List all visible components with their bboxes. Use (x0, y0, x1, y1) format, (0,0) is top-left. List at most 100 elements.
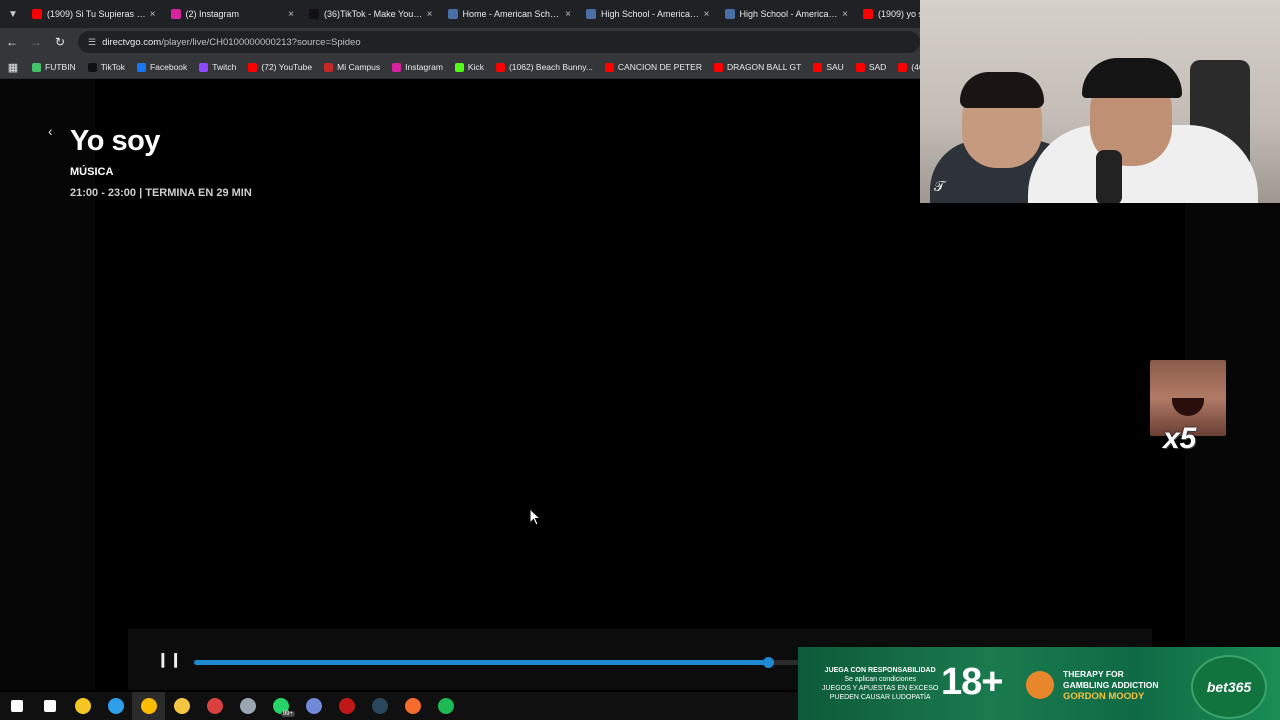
school-icon (724, 9, 735, 19)
tab-title: High School - American Sch (739, 9, 840, 19)
tab-strip: ▼ (1909) Si Tu Supieras / Mark×(2) Insta… (0, 0, 920, 28)
svg-text:𝒯: 𝒯 (934, 179, 947, 195)
mouse-cursor-icon (529, 507, 542, 526)
pause-button[interactable]: ❙❙ (157, 651, 182, 668)
store-icon[interactable] (66, 692, 99, 720)
tab-2[interactable]: (36)TikTok - Make Your Day× (303, 0, 442, 28)
youtube-icon (863, 9, 873, 19)
futbin-icon (32, 62, 41, 72)
bookmark-label: SAU (826, 62, 844, 72)
tab-4[interactable]: High School - American Sch× (580, 0, 719, 28)
bookmark-item[interactable]: FUTBIN (26, 62, 82, 72)
bookmark-item[interactable]: SAU (807, 62, 849, 72)
chrome-icon[interactable] (132, 692, 165, 720)
bookmark-item[interactable]: CANCION DE PETER (599, 62, 708, 72)
start-icon[interactable] (0, 692, 33, 720)
bookmark-label: SAD (868, 62, 887, 72)
bookmark-label: Mi Campus (337, 62, 381, 72)
tab-0[interactable]: (1909) Si Tu Supieras / Mark× (26, 0, 165, 28)
edge-icon[interactable] (99, 692, 132, 720)
capture-icon[interactable] (198, 692, 231, 720)
whatsapp-icon[interactable]: 99+ (264, 692, 297, 720)
bet365-ad-banner[interactable]: JUEGA CON RESPONSABILIDAD Se aplican con… (798, 647, 1280, 720)
youtube-icon (714, 62, 723, 72)
bookmark-item[interactable]: (1062) Beach Bunny... (490, 62, 599, 72)
back-chevron-icon[interactable]: ‹ (48, 123, 53, 139)
close-tab-icon[interactable]: × (147, 9, 159, 20)
tab-title: (1909) Si Tu Supieras / Mark (47, 9, 147, 19)
address-path: /player/live/CH0100000000213?source=Spid… (161, 36, 361, 48)
forward-arrow-icon[interactable]: → (24, 30, 48, 54)
instagram-icon (170, 9, 181, 19)
bookmark-item[interactable]: Twitch (193, 62, 242, 72)
school-icon (447, 9, 458, 19)
apps-grid-icon[interactable]: ▦ (0, 61, 26, 74)
tab-6[interactable]: (1909) yo sa (857, 0, 920, 28)
tab-title: Home - American School (462, 9, 563, 19)
reload-icon[interactable]: ↻ (48, 30, 72, 54)
address-domain: directvgo.com (102, 36, 162, 48)
person-left-hair (960, 72, 1044, 108)
ad-responsible-text: JUEGA CON RESPONSABILIDAD Se aplican con… (822, 666, 938, 702)
youtube-icon (855, 62, 865, 72)
bookmark-label: FUTBIN (45, 62, 76, 72)
tab-3[interactable]: Home - American School × (442, 0, 581, 28)
close-tab-icon[interactable]: × (839, 9, 851, 20)
school-icon (586, 9, 596, 19)
microphone (1096, 150, 1122, 203)
bookmark-label: Instagram (405, 62, 443, 72)
tab-title: (1909) yo sa (878, 9, 920, 19)
bookmark-item[interactable]: Mi Campus (318, 62, 386, 72)
bookmark-item[interactable]: (72) YouTube (242, 62, 318, 72)
youtube-icon (813, 62, 823, 72)
person-right-cap (1082, 58, 1182, 98)
bookmark-label: (1062) Beach Bunny... (508, 62, 593, 72)
bookmark-label: Kick (467, 62, 484, 72)
bookmark-label: Twitch (212, 62, 237, 72)
bookmark-item[interactable]: (463) James A (892, 62, 920, 72)
origin-icon[interactable] (396, 692, 429, 720)
program-schedule: 21:00 - 23:00 | TERMINA EN 29 MIN (70, 187, 252, 199)
tab-1[interactable]: (2) Instagram × (165, 0, 304, 28)
emote-multiplier: x5 (1163, 422, 1197, 455)
ad-therapy-text: THERAPY FOR GAMBLING ADDICTION GORDON MO… (1063, 669, 1159, 702)
progress-knob[interactable] (763, 657, 775, 668)
site-info-icon[interactable]: ☰ (88, 37, 96, 48)
close-tab-icon[interactable]: × (285, 9, 297, 20)
youtube-icon (495, 62, 505, 72)
windows-taskbar: 99+ (0, 692, 798, 720)
tab-title: (2) Instagram (185, 9, 240, 19)
ad-warning-line-2: PUEDEN CAUSAR LUDOPATÍA (829, 694, 931, 701)
bookmark-item[interactable]: TikTok (82, 62, 131, 72)
bet365-logo: bet365 (1191, 655, 1267, 719)
discord-icon[interactable] (297, 692, 330, 720)
ad-therapy-line-3: GORDON MOODY (1063, 691, 1145, 702)
search-icon[interactable] (33, 692, 66, 720)
bookmark-item[interactable]: Kick (449, 62, 490, 72)
address-bar[interactable]: ☰ directvgo.com/player/live/CH0100000000… (78, 31, 920, 53)
tab-search-chevron-icon[interactable]: ▼ (0, 0, 26, 28)
program-genre: MÚSICA (70, 166, 114, 178)
close-tab-icon[interactable]: × (701, 9, 713, 20)
instagram-icon (392, 62, 402, 72)
tab-5[interactable]: High School - American Sch× (719, 0, 858, 28)
progress-track[interactable] (194, 657, 854, 668)
bookmark-label: DRAGON BALL GT (727, 62, 802, 72)
spotify-icon[interactable] (429, 692, 462, 720)
close-tab-icon[interactable]: × (424, 9, 436, 20)
ad-conditions-line: Se aplican condiciones (844, 676, 916, 683)
bookmark-item[interactable]: Instagram (386, 62, 449, 72)
close-tab-icon[interactable]: × (562, 9, 574, 20)
tiktok-icon (87, 62, 97, 72)
steam-icon[interactable] (363, 692, 396, 720)
file-explorer-icon[interactable] (165, 692, 198, 720)
bookmark-item[interactable]: Facebook (131, 62, 193, 72)
bookmark-item[interactable]: SAD (850, 62, 892, 72)
webcam-overlay: 𝒯 (920, 0, 1280, 203)
gordon-moody-icon (1026, 671, 1054, 699)
back-arrow-icon[interactable]: ← (0, 30, 24, 54)
ad-therapy-line-1: THERAPY FOR (1063, 669, 1124, 679)
app-icon[interactable] (231, 692, 264, 720)
bookmark-item[interactable]: DRAGON BALL GT (708, 62, 807, 72)
mcafee-icon[interactable] (330, 692, 363, 720)
